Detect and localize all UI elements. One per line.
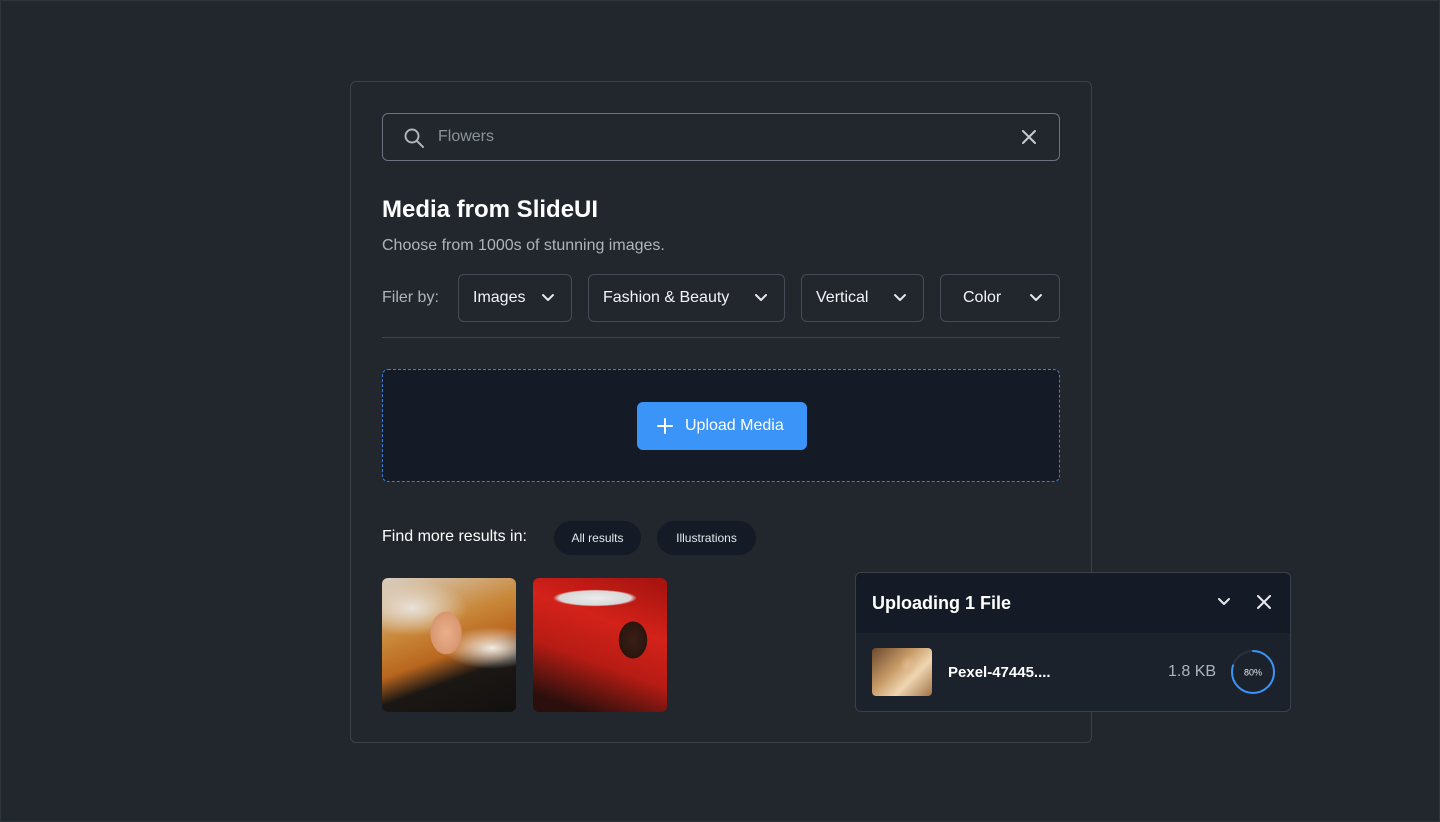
chevron-down-icon [1030,294,1042,301]
clear-search-icon[interactable] [1021,129,1037,145]
result-image-thumbnail[interactable] [382,578,516,712]
progress-ring: 80% [1231,650,1275,694]
page-subtitle: Choose from 1000s of stunning images. [382,237,665,254]
upload-progress-toast: Uploading 1 File Pexel-47445.... 1.8 KB … [855,572,1291,712]
toast-title: Uploading 1 File [872,593,1012,613]
chip-label: All results [571,531,624,545]
upload-media-label: Upload Media [685,417,784,434]
toast-header: Uploading 1 File [856,573,1290,633]
chip-illustrations[interactable]: Illustrations [657,521,756,555]
file-name: Pexel-47445.... [948,664,1051,681]
more-results-label: Find more results in: [382,528,527,545]
chevron-down-icon[interactable] [1217,597,1231,607]
file-thumbnail [872,648,932,696]
filter-label: Filer by: [382,289,439,306]
chevron-down-icon [894,294,906,301]
chip-all-results[interactable]: All results [554,521,641,555]
search-input[interactable] [438,114,998,160]
filter-color-dropdown[interactable]: Color [940,274,1060,322]
page-title: Media from SlideUI [382,196,599,223]
dropdown-label: Color [963,289,1002,306]
search-icon [404,128,424,148]
chevron-down-icon [755,294,767,301]
progress-label: 80% [1244,668,1262,678]
divider [382,337,1060,338]
upload-dropzone[interactable]: Upload Media [382,369,1060,482]
search-bar [382,113,1060,161]
filter-category-dropdown[interactable]: Fashion & Beauty [588,274,785,322]
file-size: 1.8 KB [1168,663,1217,680]
filter-orientation-dropdown[interactable]: Vertical [801,274,924,322]
upload-media-button[interactable]: Upload Media [637,402,807,450]
result-image-thumbnail[interactable] [533,578,667,712]
dropdown-label: Vertical [816,289,869,306]
dropdown-label: Fashion & Beauty [603,289,730,306]
app-frame: Media from SlideUI Choose from 1000s of … [0,0,1440,822]
chevron-down-icon [542,294,554,301]
filter-row: Filer by: Images Fashion & Beauty Vertic… [382,274,1060,322]
plus-icon [657,418,673,434]
filter-images-dropdown[interactable]: Images [458,274,572,322]
close-icon[interactable] [1257,595,1271,609]
dropdown-label: Images [473,289,526,306]
chip-label: Illustrations [676,531,737,545]
